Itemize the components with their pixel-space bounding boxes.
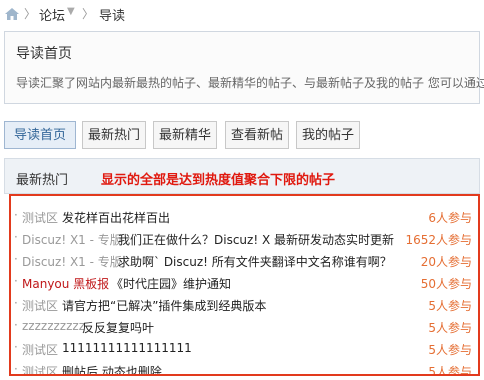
tab-latest-hot[interactable]: 最新热门 (82, 121, 146, 149)
list-item: · 测试区 请官方把“已解决”插件集成到经典版本 5人参与 (14, 296, 472, 314)
thread-forum-link[interactable]: 测试区 (22, 209, 58, 226)
panel-note: 显示的全部是达到热度值聚合下限的帖子 (101, 173, 336, 188)
thread-title-link[interactable]: 请官方把“已解决”插件集成到经典版本 (62, 297, 266, 314)
thread-list: · 测试区 发花样百出花样百出 6人参与 · Discuz! X1 - 专版 我… (9, 194, 480, 376)
thread-participants: 5人参与 (428, 365, 472, 376)
thread-title-link[interactable]: 反反复复吗叶 (82, 319, 154, 336)
list-item: · 测试区 发花样百出花样百出 6人参与 (14, 208, 472, 226)
thread-forum-link[interactable]: 测试区 (22, 297, 58, 314)
breadcrumb: 〉 论坛 ▼ 〉 导读 (0, 0, 484, 30)
panel-header: 最新热门 显示的全部是达到热度值聚合下限的帖子 (4, 158, 480, 194)
chevron-down-icon[interactable]: ▼ (67, 6, 75, 17)
panel-title: 最新热门 (16, 173, 69, 188)
list-item: · Discuz! X1 - 专版 求助啊` Discuz! 所有文件夹翻译中文… (14, 252, 472, 270)
home-icon[interactable] (4, 6, 20, 22)
thread-participants: 1652人参与 (405, 233, 472, 247)
thread-forum-link[interactable]: Discuz! X1 - 专版 (22, 231, 122, 248)
intro-title: 导读首页 (16, 46, 72, 62)
thread-participants: 5人参与 (428, 321, 472, 335)
thread-participants: 50人参与 (420, 277, 472, 291)
list-item: · Manyou 黑板报 《时代庄园》维护通知 50人参与 (14, 274, 472, 292)
thread-forum-link[interactable]: zzzzzzzzzz (22, 319, 85, 333)
intro-panel: 导读首页 导读汇聚了网站内最新最热的帖子、最新精华的帖子、与最新帖子及我的帖子 … (4, 31, 484, 104)
tab-my-posts[interactable]: 我的帖子 (296, 121, 360, 149)
list-item: · zzzzzzzzzz 反反复复吗叶 5人参与 (14, 318, 472, 336)
intro-description: 导读汇聚了网站内最新最热的帖子、最新精华的帖子、与最新帖子及我的帖子 您可以通过 (16, 76, 484, 90)
list-item: · 测试区 11111111111111111 5人参与 (14, 340, 472, 358)
thread-forum-link[interactable]: 测试区 (22, 341, 58, 358)
thread-title-link[interactable]: 《时代庄园》维护通知 (111, 275, 231, 292)
thread-participants: 5人参与 (428, 343, 472, 357)
list-item: · Discuz! X1 - 专版 我们正在做什么？Discuz! X 最新研发… (14, 230, 472, 248)
breadcrumb-forum-link[interactable]: 论坛 (39, 5, 65, 24)
tab-guide-home[interactable]: 导读首页 (4, 121, 76, 149)
tab-new-posts[interactable]: 查看新帖 (225, 121, 289, 149)
chevron-right-icon: 〉 (82, 7, 95, 21)
tab-latest-digest[interactable]: 最新精华 (153, 121, 217, 149)
thread-participants: 20人参与 (420, 255, 472, 269)
list-item: · 测试区 删帖后 动态也删除 5人参与 (11, 360, 478, 376)
thread-title-link[interactable]: 求助啊` Discuz! 所有文件夹翻译中文名称谁有啊？ (118, 253, 392, 270)
chevron-right-icon: 〉 (24, 7, 37, 21)
thread-forum-link[interactable]: Discuz! X1 - 专版 (22, 253, 122, 270)
thread-title-link[interactable]: 我们正在做什么？Discuz! X 最新研发动态实时更新 (118, 231, 394, 248)
thread-title-link[interactable]: 发花样百出花样百出 (62, 209, 170, 226)
thread-forum-link[interactable]: Manyou 黑板报 (22, 275, 109, 292)
breadcrumb-current: 导读 (99, 9, 126, 24)
thread-title-link[interactable]: 删帖后 动态也删除 (62, 363, 162, 374)
thread-participants: 5人参与 (428, 299, 472, 313)
guide-tabs: 导读首页 最新热门 最新精华 查看新帖 我的帖子 (0, 121, 484, 153)
thread-forum-link[interactable]: 测试区 (22, 363, 58, 374)
thread-title-link[interactable]: 11111111111111111 (62, 341, 192, 355)
thread-participants: 6人参与 (428, 211, 472, 225)
